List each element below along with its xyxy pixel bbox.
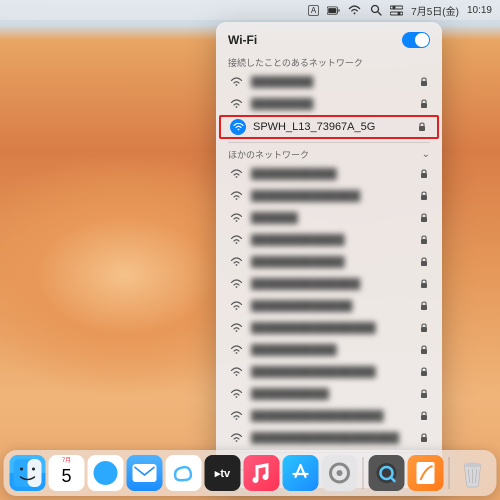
network-row[interactable]: ████████ — [216, 71, 442, 93]
lock-icon — [420, 301, 430, 311]
wifi-connected-icon — [230, 119, 246, 135]
menubar: A 7月5日(金) 10:19 — [0, 0, 500, 20]
wifi-menubar-icon[interactable] — [348, 4, 361, 17]
lock-icon — [420, 99, 430, 109]
network-row[interactable]: ██████████████ — [216, 185, 442, 207]
network-name: ████████████████ — [251, 366, 413, 378]
network-name: ████████████ — [251, 256, 413, 268]
search-icon[interactable] — [369, 4, 382, 17]
network-name: ██████ — [251, 212, 413, 224]
wifi-panel: Wi-Fi 接続したことのあるネットワーク ████████████████ S… — [216, 22, 442, 488]
wifi-signal-icon — [228, 96, 244, 112]
wifi-signal-icon — [228, 74, 244, 90]
network-name: ████████████████ — [251, 322, 413, 334]
wifi-signal-icon — [228, 210, 244, 226]
network-row[interactable]: █████████████████ — [216, 405, 442, 427]
network-row[interactable]: ████████████ — [216, 251, 442, 273]
dock: 7月5 ▸tv — [4, 450, 497, 496]
network-name: ████████████ — [251, 234, 413, 246]
wifi-title: Wi-Fi — [228, 33, 257, 47]
wifi-signal-icon — [228, 166, 244, 182]
lock-icon — [420, 213, 430, 223]
wifi-signal-icon — [228, 408, 244, 424]
network-row[interactable]: ████████████████ — [216, 317, 442, 339]
network-name: ███████████ — [251, 344, 413, 356]
dock-finder[interactable] — [10, 455, 46, 491]
wifi-signal-icon — [228, 254, 244, 270]
lock-icon — [420, 345, 430, 355]
wifi-signal-icon — [228, 386, 244, 402]
network-row[interactable]: ███████████ — [216, 163, 442, 185]
network-row[interactable]: ██████████ — [216, 383, 442, 405]
network-name: ██████████████ — [251, 278, 413, 290]
network-name: ███████████ — [251, 168, 413, 180]
network-row[interactable]: ██████ — [216, 207, 442, 229]
chevron-down-icon: ⌄ — [422, 149, 430, 160]
wifi-signal-icon — [228, 320, 244, 336]
dock-music[interactable] — [244, 455, 280, 491]
dock-trash[interactable] — [455, 455, 491, 491]
selected-network-name: SPWH_L13_73967A_5G — [253, 121, 411, 133]
lock-icon — [420, 367, 430, 377]
network-name: █████████████████ — [251, 410, 413, 422]
dock-calendar[interactable]: 7月5 — [49, 455, 85, 491]
network-name: █████████████ — [251, 300, 413, 312]
network-name: ██████████████ — [251, 190, 413, 202]
wifi-signal-icon — [228, 188, 244, 204]
lock-icon — [420, 191, 430, 201]
lock-icon — [420, 257, 430, 267]
wifi-signal-icon — [228, 232, 244, 248]
dock-pages[interactable] — [408, 455, 444, 491]
network-row[interactable]: █████████████ — [216, 295, 442, 317]
wifi-signal-icon — [228, 342, 244, 358]
dock-mail[interactable] — [127, 455, 163, 491]
lock-icon — [420, 279, 430, 289]
dock-separator — [363, 457, 364, 489]
control-center-icon[interactable] — [390, 4, 403, 17]
menubar-time[interactable]: 10:19 — [467, 5, 492, 16]
menubar-date[interactable]: 7月5日(金) — [411, 3, 459, 18]
lock-icon — [420, 389, 430, 399]
input-mode-indicator[interactable]: A — [308, 5, 319, 16]
battery-icon[interactable] — [327, 4, 340, 17]
dock-quicktime[interactable] — [369, 455, 405, 491]
lock-icon — [420, 433, 430, 443]
network-name: ██████████ — [251, 388, 413, 400]
lock-icon — [420, 169, 430, 179]
dock-appstore[interactable] — [283, 455, 319, 491]
network-row[interactable]: ███████████ — [216, 339, 442, 361]
lock-icon — [420, 77, 430, 87]
lock-icon — [420, 323, 430, 333]
network-row[interactable]: ████████████ — [216, 229, 442, 251]
network-row[interactable]: ██████████████ — [216, 273, 442, 295]
wifi-signal-icon — [228, 364, 244, 380]
network-row[interactable]: ███████████████████ — [216, 427, 442, 449]
lock-icon — [420, 411, 430, 421]
network-name: ████████ — [251, 76, 413, 88]
wifi-signal-icon — [228, 276, 244, 292]
network-name: ███████████████████ — [251, 432, 413, 444]
wifi-signal-icon — [228, 430, 244, 446]
known-networks-label: 接続したことのあるネットワーク — [216, 54, 442, 71]
network-row[interactable]: ████████ — [216, 93, 442, 115]
network-row[interactable]: ████████████████ — [216, 361, 442, 383]
wifi-signal-icon — [228, 298, 244, 314]
dock-system-settings[interactable] — [322, 455, 358, 491]
selected-network-row[interactable]: SPWH_L13_73967A_5G — [219, 115, 439, 139]
dock-appletv[interactable]: ▸tv — [205, 455, 241, 491]
divider — [228, 142, 430, 143]
lock-icon — [418, 122, 428, 132]
dock-separator — [449, 457, 450, 489]
wifi-toggle[interactable] — [402, 32, 430, 48]
lock-icon — [420, 235, 430, 245]
dock-freeform[interactable] — [166, 455, 202, 491]
dock-safari[interactable] — [88, 455, 124, 491]
other-networks-label[interactable]: ほかのネットワーク ⌄ — [216, 146, 442, 163]
network-name: ████████ — [251, 98, 413, 110]
